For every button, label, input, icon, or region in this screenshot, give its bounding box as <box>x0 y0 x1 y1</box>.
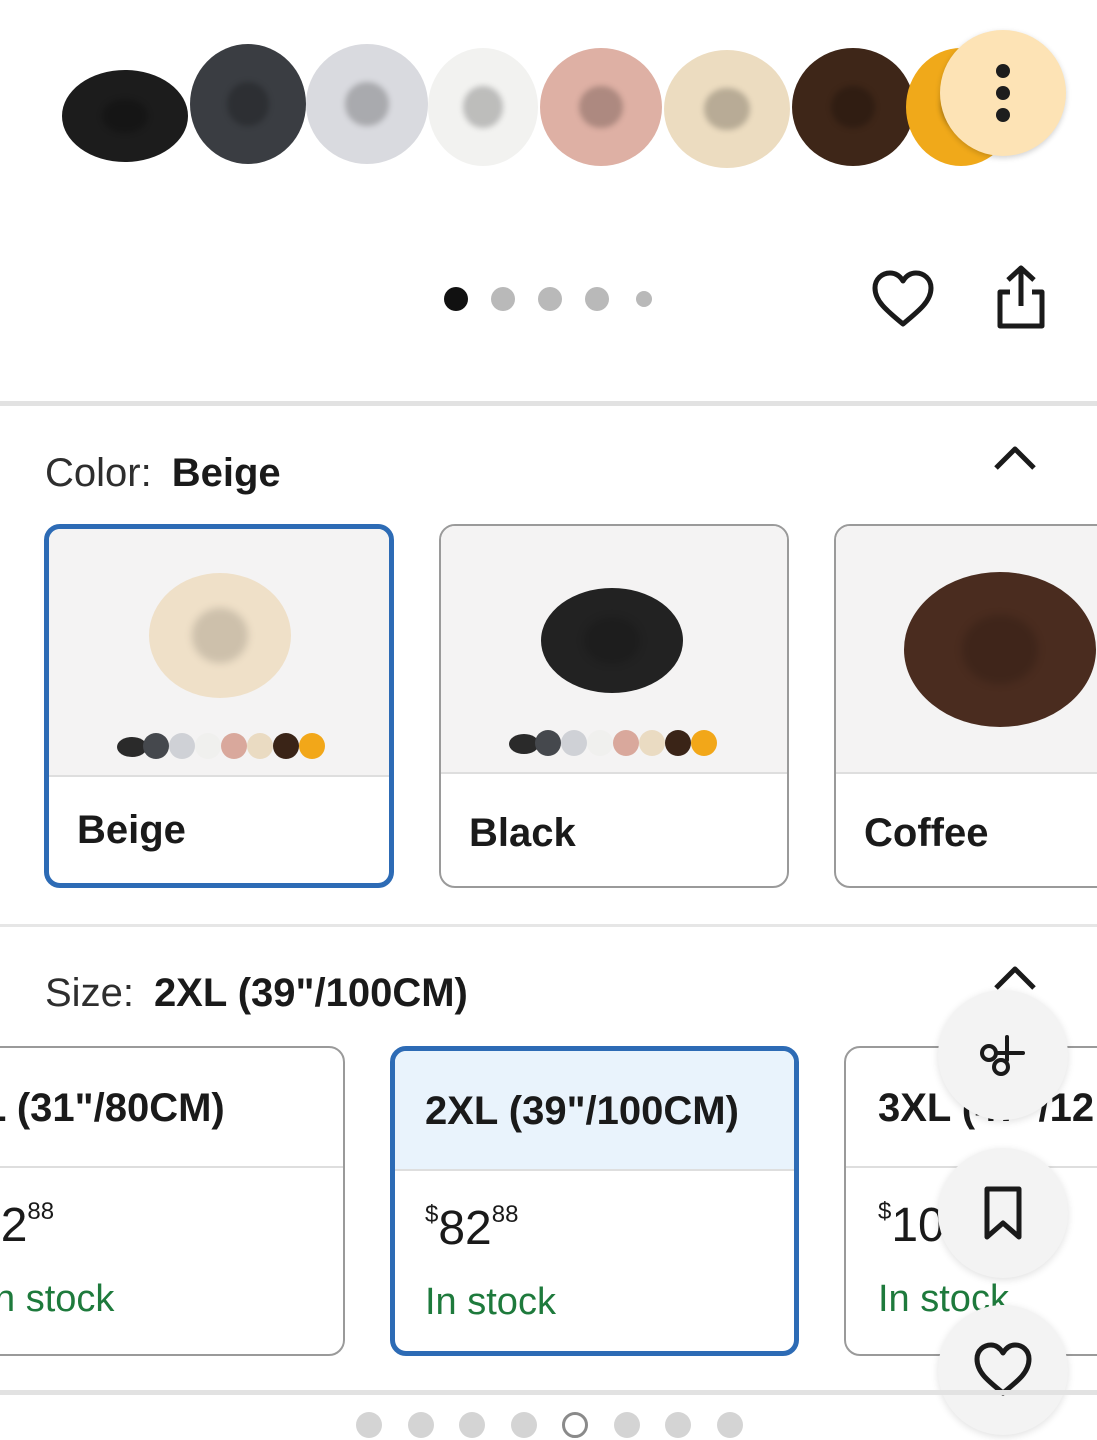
favorite-button[interactable] <box>870 268 936 330</box>
color-swatch <box>169 733 195 759</box>
product-color-thumbnail <box>62 70 188 162</box>
color-option-beige[interactable]: Beige <box>44 524 394 888</box>
color-swatch <box>561 730 587 756</box>
color-swatch <box>299 733 325 759</box>
page-dot[interactable] <box>407 1412 434 1438</box>
color-section-header: Color: Beige <box>45 448 281 498</box>
stock-status: In stock <box>425 1281 556 1323</box>
color-option-black[interactable]: Black <box>439 524 789 888</box>
share-button[interactable] <box>990 262 1052 332</box>
more-options-button[interactable] <box>940 30 1066 156</box>
size-label: Size: <box>45 971 134 1015</box>
price-currency: $ <box>878 1198 892 1225</box>
add-to-favorites-button[interactable] <box>938 1305 1068 1435</box>
page-dot-current[interactable] <box>562 1412 588 1438</box>
color-swatch <box>613 730 639 756</box>
color-swatch <box>535 730 561 756</box>
color-option-label: Coffee <box>864 811 989 855</box>
stock-status: n stock <box>0 1278 115 1320</box>
section-divider <box>0 1390 1097 1395</box>
bed-image <box>149 573 291 698</box>
bed-image <box>904 572 1096 727</box>
color-option-coffee[interactable]: Coffee <box>834 524 1097 888</box>
price-cents: 88 <box>491 1201 519 1228</box>
page-dot[interactable] <box>613 1412 640 1438</box>
product-color-thumbnail <box>792 48 914 166</box>
section-divider <box>0 924 1097 927</box>
page-dot[interactable] <box>716 1412 743 1438</box>
product-hero <box>0 0 1097 400</box>
color-swatch <box>195 733 221 759</box>
selected-size-value: 2XL (39"/100CM) <box>153 971 468 1015</box>
size-option-price: 6288 <box>0 1198 54 1253</box>
compare-button[interactable] <box>938 990 1068 1120</box>
color-swatch <box>665 730 691 756</box>
page-dot[interactable] <box>356 1412 382 1438</box>
page-dot[interactable] <box>459 1412 485 1438</box>
size-option-name: L (31"/80CM) <box>0 1086 225 1130</box>
vertical-ellipsis-icon <box>996 64 1010 78</box>
carousel-dot[interactable] <box>636 291 652 307</box>
heart-outline-icon <box>872 270 934 327</box>
color-swatch <box>221 733 247 759</box>
page-indicator <box>350 1410 750 1440</box>
page-dot[interactable] <box>665 1412 691 1438</box>
color-swatch <box>691 730 717 756</box>
chevron-up-icon <box>994 446 1036 470</box>
color-option-image <box>836 526 1097 774</box>
color-swatch <box>587 730 613 756</box>
color-swatch <box>247 733 273 759</box>
color-option-label: Black <box>469 811 576 855</box>
size-option-2xl[interactable]: 2XL (39"/100CM) $8288 In stock <box>390 1046 799 1356</box>
carousel-dot[interactable] <box>585 287 609 311</box>
color-option-image <box>441 526 787 774</box>
bookmark-icon <box>984 1186 1022 1240</box>
product-color-thumbnail <box>664 50 790 168</box>
section-divider <box>0 401 1097 406</box>
product-color-thumbnail <box>306 44 428 164</box>
color-swatch <box>143 733 169 759</box>
price-currency: $ <box>425 1201 439 1228</box>
compare-icon <box>980 1035 1025 1076</box>
bed-image <box>541 588 683 693</box>
carousel-dot[interactable] <box>491 287 515 311</box>
color-option-image <box>49 529 389 777</box>
product-color-thumbnail <box>540 48 662 166</box>
price-dollars: 82 <box>438 1202 492 1255</box>
carousel-dot-active[interactable] <box>444 287 468 311</box>
size-section-header: Size: 2XL (39"/100CM) <box>45 968 468 1018</box>
color-option-label: Beige <box>77 808 186 852</box>
share-icon <box>997 265 1045 329</box>
color-swatch <box>639 730 665 756</box>
size-option-name: 2XL (39"/100CM) <box>425 1089 739 1133</box>
page-dot[interactable] <box>510 1412 537 1438</box>
image-carousel-indicator <box>440 285 660 313</box>
carousel-dot[interactable] <box>538 287 562 311</box>
color-swatch <box>273 733 299 759</box>
color-label: Color: <box>45 451 152 495</box>
ellipsis-dot <box>996 86 1010 100</box>
price-dollars: 10 <box>891 1199 945 1252</box>
price-dollars: 62 <box>0 1199 28 1252</box>
save-for-later-button[interactable] <box>938 1148 1068 1278</box>
size-option-price: $10 <box>878 1198 945 1253</box>
color-collapse-button[interactable] <box>990 438 1040 478</box>
product-image-carousel[interactable] <box>60 40 1020 170</box>
product-color-thumbnail <box>428 48 538 166</box>
product-color-thumbnail <box>190 44 306 164</box>
size-option-price: $8288 <box>425 1201 518 1256</box>
selected-color-value: Beige <box>171 451 281 495</box>
ellipsis-dot <box>996 108 1010 122</box>
price-cents: 88 <box>27 1198 55 1225</box>
size-option-l[interactable]: L (31"/80CM) 6288 n stock <box>0 1046 345 1356</box>
